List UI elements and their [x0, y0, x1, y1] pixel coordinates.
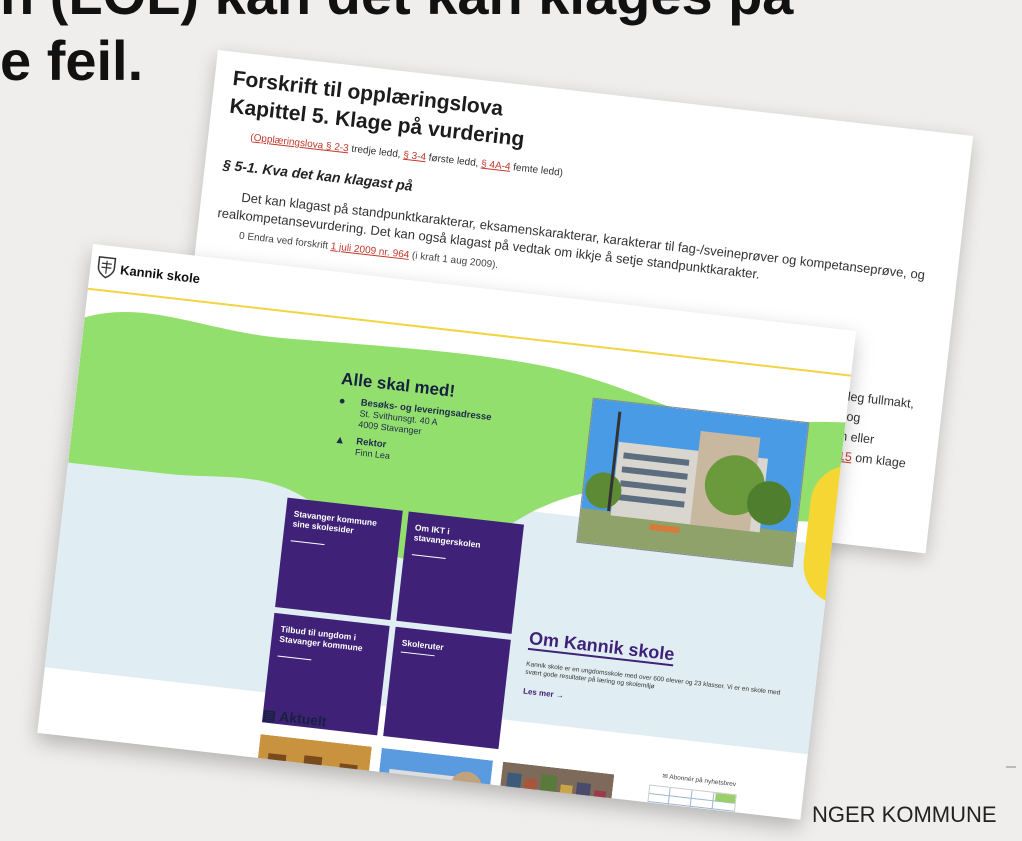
envelope-icon: ✉ [661, 772, 669, 781]
reference-link-4a-4[interactable]: § 4A-4 [481, 159, 512, 173]
person-icon: ▲ [333, 433, 346, 447]
link-tile-skoleruter[interactable]: Skoleruter [383, 626, 511, 750]
text-fragment: 15 om klage [837, 448, 907, 471]
footer-mark [1006, 766, 1016, 768]
link-tile-om-ikt[interactable]: Om IKT i stavangerskolen [396, 511, 525, 634]
text-fragment: og [845, 409, 862, 426]
link-tile-kommune-skolesider[interactable]: Stavanger kommune sine skolesider [275, 497, 403, 621]
location-pin-icon: ● [338, 394, 347, 408]
school-name[interactable]: Kannik skole [119, 262, 200, 286]
text-fragment: n eller [839, 428, 875, 447]
reference-link-2-3[interactable]: Opplæringslova § 2-3 [253, 133, 349, 155]
footer-organization: NGER KOMMUNE [812, 802, 997, 827]
text-fragment: ftleg fullmakt, [840, 388, 915, 412]
amendment-link[interactable]: 1 juli 2009 nr. 964 [330, 241, 410, 261]
arrow-right-icon: → [555, 690, 565, 701]
school-website-screenshot: Kannik skole Alle skal med! ● Besøks- og… [37, 244, 857, 820]
news-thumbnail-classroom[interactable] [253, 734, 372, 807]
news-thumbnail-school[interactable] [375, 747, 494, 820]
reference-link-3-4[interactable]: § 3-4 [403, 150, 427, 164]
newspaper-icon: ▤ [261, 706, 277, 724]
school-building-photo [576, 397, 810, 568]
subscribe-newsletter-link[interactable]: ✉ Abonnér på nyhetsbrev [662, 772, 737, 788]
slide-title-line-1: n (LOL) kan det kan klages på [0, 0, 794, 28]
news-thumbnail-table[interactable] [644, 784, 737, 820]
news-thumbnail-books[interactable] [496, 761, 615, 820]
school-crest-icon[interactable] [95, 255, 118, 281]
